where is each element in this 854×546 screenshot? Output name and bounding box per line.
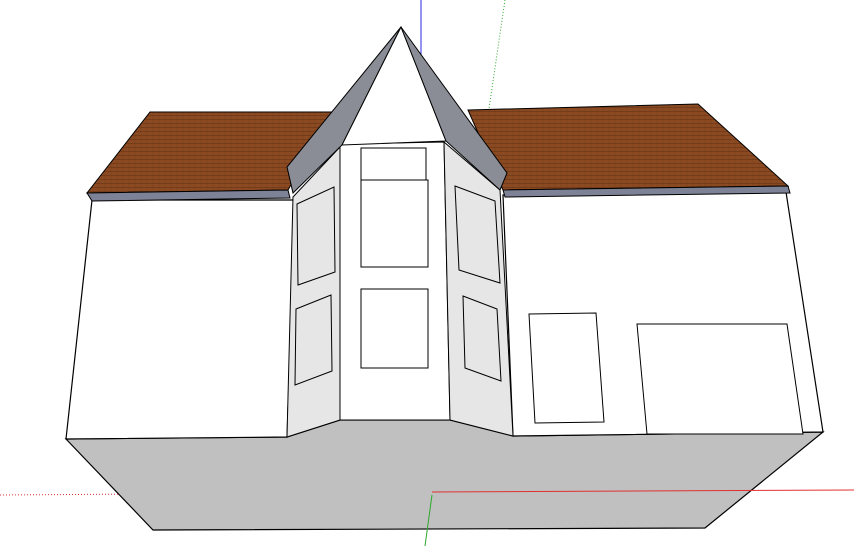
right-wall-garage-door [636, 323, 804, 435]
bay-front-upper-transom [360, 147, 427, 181]
bay-front-lower-window [360, 288, 429, 369]
sketchup-viewport[interactable] [0, 0, 854, 546]
right-wall-window [528, 312, 605, 424]
bay-left-lower-window [294, 294, 333, 386]
bay-right-upper-window [454, 185, 501, 284]
model-canvas[interactable] [0, 0, 854, 546]
bay-front-upper-window [360, 179, 429, 268]
left-wall [65, 199, 296, 440]
bay-right-lower-window [462, 295, 502, 382]
right-roof [467, 103, 790, 191]
bay-left-upper-window [296, 186, 336, 286]
